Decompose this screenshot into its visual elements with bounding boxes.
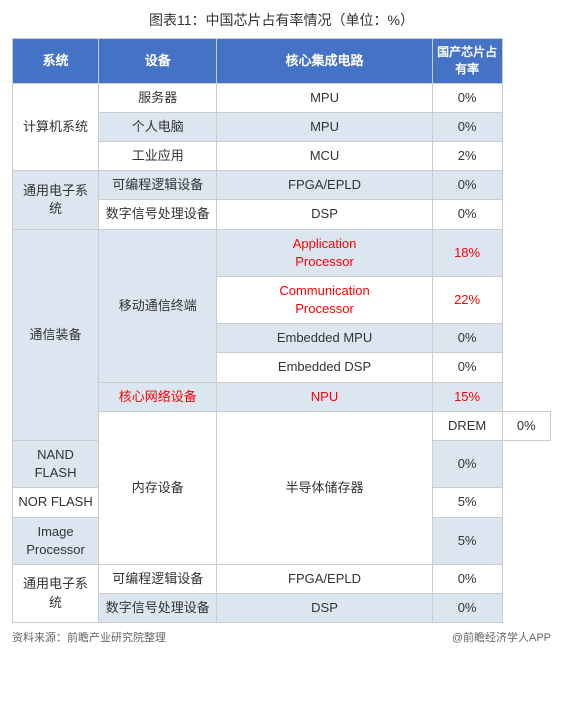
cell-system: 内存设备 xyxy=(99,411,217,564)
footer-source: 资料来源：前瞻产业研究院整理 xyxy=(12,629,166,645)
cell-core: DSP xyxy=(217,200,432,229)
cell-core: NOR FLASH xyxy=(13,488,99,517)
cell-device: 核心网络设备 xyxy=(99,382,217,411)
cell-rate: 15% xyxy=(432,382,502,411)
cell-rate: 0% xyxy=(432,564,502,593)
cell-core: CommunicationProcessor xyxy=(217,276,432,323)
cell-system: 通用电子系统 xyxy=(13,171,99,229)
footer: 资料来源：前瞻产业研究院整理 @前瞻经济学人APP xyxy=(12,629,551,645)
cell-rate: 18% xyxy=(432,229,502,276)
main-table: 系统 设备 核心集成电路 国产芯片占有率 计算机系统服务器MPU0%个人电脑MP… xyxy=(12,38,551,623)
cell-core: FPGA/EPLD xyxy=(217,564,432,593)
cell-device: 个人电脑 xyxy=(99,112,217,141)
chart-title: 图表11：中国芯片占有率情况（单位：%） xyxy=(12,10,551,30)
cell-device: 半导体储存器 xyxy=(217,411,432,564)
cell-rate: 0% xyxy=(432,324,502,353)
cell-device: 工业应用 xyxy=(99,141,217,170)
cell-system: 计算机系统 xyxy=(13,83,99,171)
cell-core: ApplicationProcessor xyxy=(217,229,432,276)
cell-core: Embedded DSP xyxy=(217,353,432,382)
table-header: 系统 设备 核心集成电路 国产芯片占有率 xyxy=(13,39,551,84)
table-body: 计算机系统服务器MPU0%个人电脑MPU0%工业应用MCU2%通用电子系统可编程… xyxy=(13,83,551,623)
cell-core: MPU xyxy=(217,83,432,112)
cell-rate: 0% xyxy=(432,441,502,488)
header-device: 设备 xyxy=(99,39,217,84)
header-core: 核心集成电路 xyxy=(217,39,432,84)
cell-device: 服务器 xyxy=(99,83,217,112)
cell-rate: 5% xyxy=(432,488,502,517)
cell-device: 可编程逻辑设备 xyxy=(99,171,217,200)
cell-core: MCU xyxy=(217,141,432,170)
cell-rate: 0% xyxy=(502,411,550,440)
cell-core: FPGA/EPLD xyxy=(217,171,432,200)
cell-core: Embedded MPU xyxy=(217,324,432,353)
cell-core: DSP xyxy=(217,594,432,623)
cell-rate: 0% xyxy=(432,171,502,200)
cell-core: DREM xyxy=(432,411,502,440)
header-rate: 国产芯片占有率 xyxy=(432,39,502,84)
footer-brand: @前瞻经济学人APP xyxy=(452,629,551,645)
cell-rate: 0% xyxy=(432,353,502,382)
cell-device: 可编程逻辑设备 xyxy=(99,564,217,593)
cell-system: 通用电子系统 xyxy=(13,564,99,622)
cell-core: NPU xyxy=(217,382,432,411)
cell-rate: 2% xyxy=(432,141,502,170)
cell-rate: 0% xyxy=(432,83,502,112)
cell-rate: 0% xyxy=(432,594,502,623)
cell-core: MPU xyxy=(217,112,432,141)
cell-device: 移动通信终端 xyxy=(99,229,217,382)
cell-rate: 5% xyxy=(432,517,502,564)
header-system: 系统 xyxy=(13,39,99,84)
cell-device: 数字信号处理设备 xyxy=(99,594,217,623)
cell-rate: 0% xyxy=(432,112,502,141)
cell-core: Image Processor xyxy=(13,517,99,564)
cell-core: NAND FLASH xyxy=(13,441,99,488)
cell-rate: 0% xyxy=(432,200,502,229)
cell-system: 通信装备 xyxy=(13,229,99,441)
cell-device: 数字信号处理设备 xyxy=(99,200,217,229)
cell-rate: 22% xyxy=(432,276,502,323)
